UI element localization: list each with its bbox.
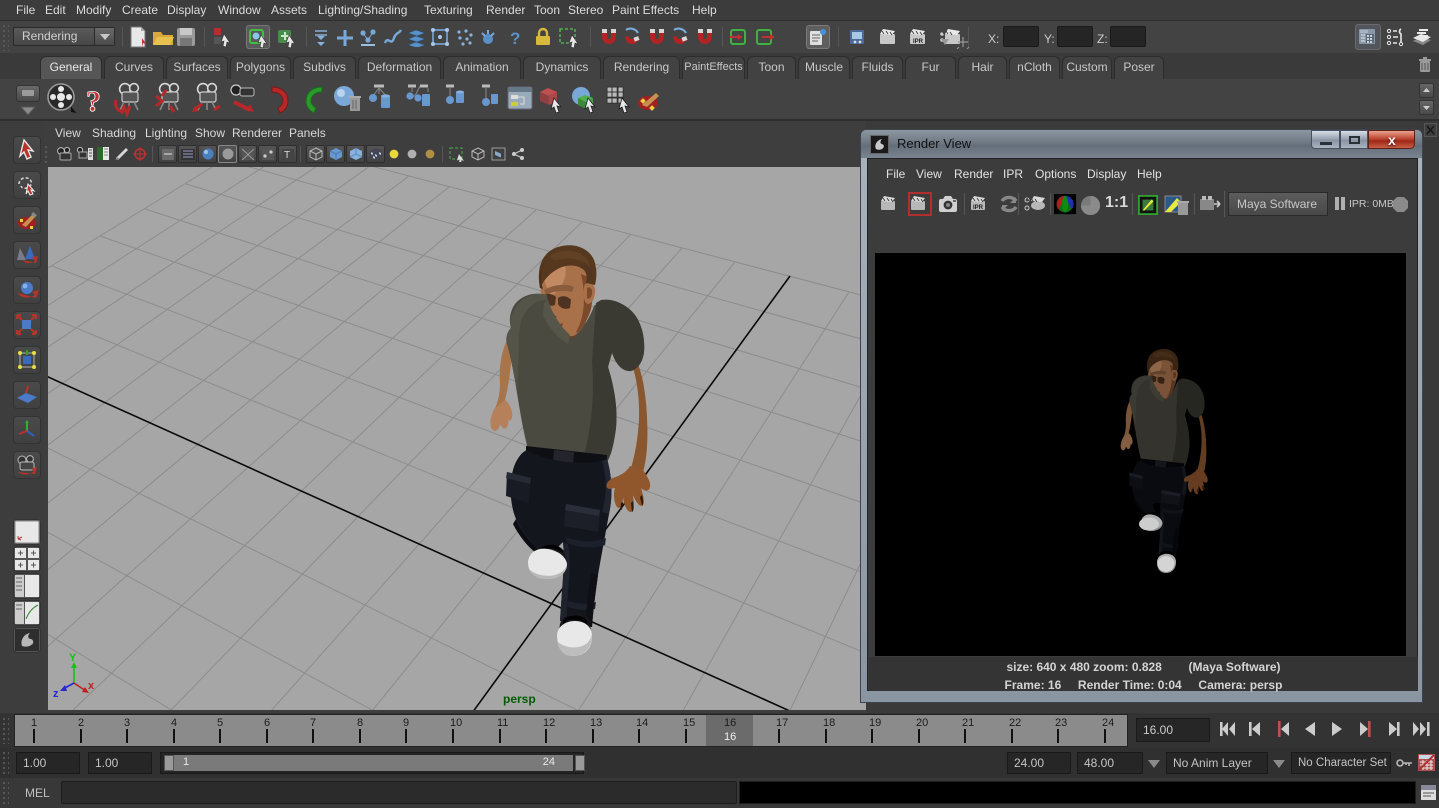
svg-text:x: x [88, 680, 95, 692]
svg-text:?: ? [510, 29, 520, 47]
svg-text:IPR: IPR [973, 205, 984, 211]
svg-text:z: z [53, 688, 59, 700]
svg-text:IPR: IPR [913, 39, 924, 45]
svg-text:persp: persp [503, 692, 536, 706]
svg-text:?: ? [86, 85, 101, 117]
svg-text:Y: Y [69, 652, 77, 664]
svg-text:T: T [284, 150, 290, 161]
